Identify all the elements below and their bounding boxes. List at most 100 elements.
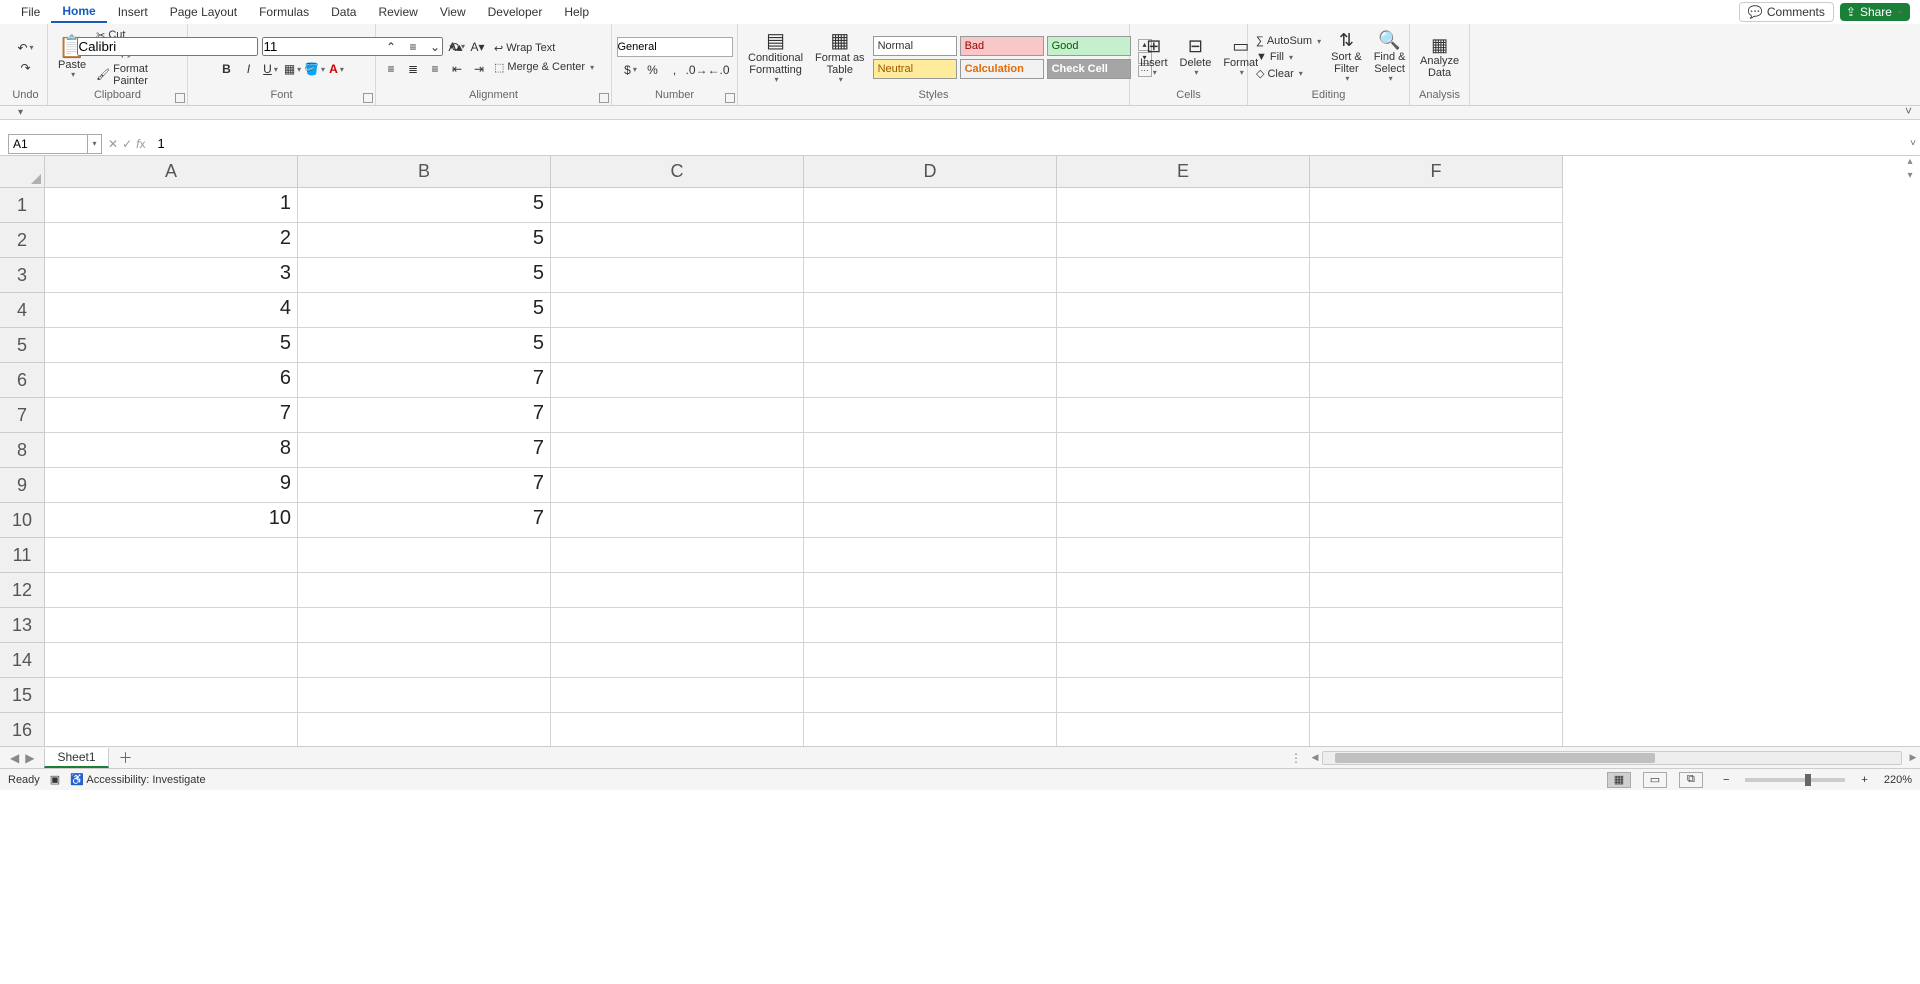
cell-C10[interactable] [551, 503, 804, 538]
cell-F5[interactable] [1310, 328, 1563, 363]
cell-F13[interactable] [1310, 608, 1563, 643]
cell-A6[interactable]: 6 [45, 363, 298, 398]
cell-B9[interactable]: 7 [298, 468, 551, 503]
cell-B15[interactable] [298, 678, 551, 713]
hscroll-left[interactable]: ◀ [1308, 752, 1322, 763]
undo-button[interactable]: ↶▾ [17, 39, 35, 57]
borders-button[interactable]: ▦▾ [284, 60, 302, 78]
cell-D5[interactable] [804, 328, 1057, 363]
cell-C5[interactable] [551, 328, 804, 363]
horizontal-scrollbar[interactable] [1322, 751, 1902, 765]
style-check-cell[interactable]: Check Cell [1047, 59, 1131, 79]
bold-button[interactable]: B [218, 60, 236, 78]
column-header-F[interactable]: F [1310, 156, 1563, 188]
cell-D3[interactable] [804, 258, 1057, 293]
accessibility-status[interactable]: ♿ Accessibility: Investigate [70, 773, 205, 786]
cell-E5[interactable] [1057, 328, 1310, 363]
style-good[interactable]: Good [1047, 36, 1131, 56]
row-header-3[interactable]: 3 [0, 258, 45, 293]
row-header-16[interactable]: 16 [0, 713, 45, 746]
cell-D11[interactable] [804, 538, 1057, 573]
hscroll-thumb[interactable] [1335, 753, 1655, 763]
cell-A11[interactable] [45, 538, 298, 573]
cell-D2[interactable] [804, 223, 1057, 258]
page-break-view-icon[interactable]: ⧉ [1679, 772, 1703, 788]
cell-F4[interactable] [1310, 293, 1563, 328]
cell-B11[interactable] [298, 538, 551, 573]
zoom-thumb[interactable] [1805, 774, 1811, 786]
cell-F6[interactable] [1310, 363, 1563, 398]
analyze-data-button[interactable]: ▦Analyze Data [1416, 34, 1463, 82]
italic-button[interactable]: I [240, 60, 258, 78]
row-header-2[interactable]: 2 [0, 223, 45, 258]
percent-format-icon[interactable]: % [644, 61, 662, 79]
row-header-5[interactable]: 5 [0, 328, 45, 363]
cell-A15[interactable] [45, 678, 298, 713]
row-header-12[interactable]: 12 [0, 573, 45, 608]
cell-C11[interactable] [551, 538, 804, 573]
cancel-formula-icon[interactable]: ✕ [108, 137, 118, 151]
tab-page-layout[interactable]: Page Layout [159, 2, 248, 22]
clipboard-dialog-launcher[interactable] [175, 93, 185, 103]
cell-E14[interactable] [1057, 643, 1310, 678]
cell-F15[interactable] [1310, 678, 1563, 713]
cell-F12[interactable] [1310, 573, 1563, 608]
cell-E15[interactable] [1057, 678, 1310, 713]
align-middle-icon[interactable]: ≡ [404, 38, 422, 56]
row-header-13[interactable]: 13 [0, 608, 45, 643]
cell-D6[interactable] [804, 363, 1057, 398]
cell-A4[interactable]: 4 [45, 293, 298, 328]
tab-formulas[interactable]: Formulas [248, 2, 320, 22]
cell-B4[interactable]: 5 [298, 293, 551, 328]
number-format-select[interactable] [617, 37, 733, 57]
cell-E7[interactable] [1057, 398, 1310, 433]
cell-D12[interactable] [804, 573, 1057, 608]
sheet-tab-options-icon[interactable]: ⋮ [1290, 751, 1302, 765]
row-header-9[interactable]: 9 [0, 468, 45, 503]
cell-A8[interactable]: 8 [45, 433, 298, 468]
style-neutral[interactable]: Neutral [873, 59, 957, 79]
cell-C12[interactable] [551, 573, 804, 608]
column-header-A[interactable]: A [45, 156, 298, 188]
cell-F11[interactable] [1310, 538, 1563, 573]
cell-C14[interactable] [551, 643, 804, 678]
tab-data[interactable]: Data [320, 2, 367, 22]
cell-E11[interactable] [1057, 538, 1310, 573]
tab-developer[interactable]: Developer [477, 2, 554, 22]
cell-F3[interactable] [1310, 258, 1563, 293]
column-header-B[interactable]: B [298, 156, 551, 188]
font-color-button[interactable]: A▾ [328, 60, 346, 78]
cell-E13[interactable] [1057, 608, 1310, 643]
zoom-out-icon[interactable]: − [1723, 774, 1729, 786]
row-header-1[interactable]: 1 [0, 188, 45, 223]
cell-F7[interactable] [1310, 398, 1563, 433]
cell-B2[interactable]: 5 [298, 223, 551, 258]
cell-C2[interactable] [551, 223, 804, 258]
comments-button[interactable]: 💬 Comments [1739, 2, 1834, 22]
cell-A9[interactable]: 9 [45, 468, 298, 503]
cell-C3[interactable] [551, 258, 804, 293]
alignment-dialog-launcher[interactable] [599, 93, 609, 103]
decrease-decimal-icon[interactable]: ←.0 [710, 61, 728, 79]
scroll-up-icon[interactable]: ▴ [1902, 156, 1918, 170]
wrap-text-button[interactable]: ↩Wrap Text [492, 41, 596, 56]
cell-C9[interactable] [551, 468, 804, 503]
cell-E3[interactable] [1057, 258, 1310, 293]
conditional-formatting-button[interactable]: ▤ Conditional Formatting▾ [744, 28, 807, 87]
cell-A5[interactable]: 5 [45, 328, 298, 363]
zoom-level[interactable]: 220% [1884, 774, 1912, 786]
cell-A14[interactable] [45, 643, 298, 678]
align-bottom-icon[interactable]: ⌄ [426, 38, 444, 56]
share-button[interactable]: ⇪ Share ▾ [1840, 3, 1910, 21]
tab-review[interactable]: Review [367, 2, 428, 22]
autosum-button[interactable]: ∑AutoSum▾ [1254, 34, 1323, 48]
cell-E2[interactable] [1057, 223, 1310, 258]
cell-C7[interactable] [551, 398, 804, 433]
accounting-format-icon[interactable]: $▾ [622, 61, 640, 79]
cell-F10[interactable] [1310, 503, 1563, 538]
cell-B6[interactable]: 7 [298, 363, 551, 398]
cell-B1[interactable]: 5 [298, 188, 551, 223]
row-header-15[interactable]: 15 [0, 678, 45, 713]
style-normal[interactable]: Normal [873, 36, 957, 56]
customize-quick-access-icon[interactable]: ▾ [18, 107, 23, 118]
